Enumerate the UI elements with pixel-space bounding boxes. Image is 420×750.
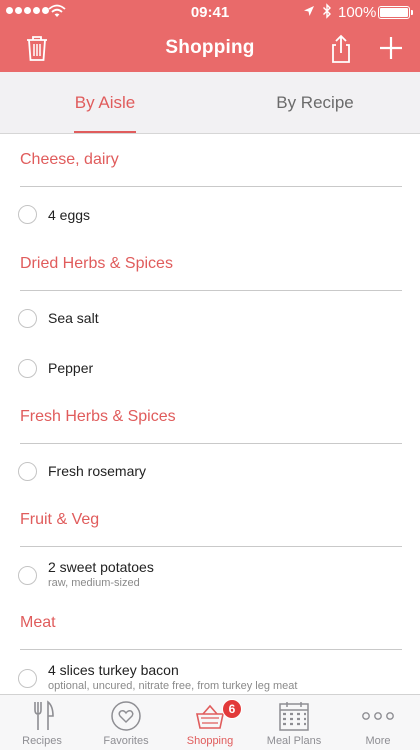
heart-icon: [111, 701, 141, 731]
nav-bar: Shopping: [0, 24, 420, 72]
sort-tabs: By Aisle By Recipe: [0, 72, 420, 134]
status-bar: 09:41 100%: [0, 0, 420, 24]
section-header: Fruit & Veg: [20, 495, 402, 547]
tabbar-item-favorites[interactable]: Favorites: [84, 695, 168, 750]
tabbar-label: Recipes: [22, 735, 62, 747]
item-name: 2 sweet potatoes: [48, 559, 154, 575]
section-title: Meat: [20, 614, 56, 631]
shopping-count-badge: 6: [222, 699, 242, 719]
item-name: Fresh rosemary: [48, 463, 147, 479]
item-name: Pepper: [48, 360, 94, 376]
location-arrow-icon: [304, 6, 314, 16]
ellipsis-icon: [362, 712, 394, 720]
checkbox-circle[interactable]: [18, 462, 37, 481]
checkbox-circle[interactable]: [18, 309, 37, 328]
section-header: Dried Herbs & Spices: [20, 239, 402, 291]
share-icon: [332, 34, 350, 63]
calendar-icon: [279, 702, 309, 731]
section-header: Cheese, dairy: [20, 135, 402, 187]
tab-bar: Recipes Favorites 6 Shopping Meal Plans: [0, 694, 420, 750]
tab-by-aisle[interactable]: By Aisle: [0, 72, 210, 134]
tabbar-item-meal-plans[interactable]: Meal Plans: [252, 695, 336, 750]
tabbar-label: Meal Plans: [266, 735, 322, 747]
tab-by-recipe[interactable]: By Recipe: [210, 72, 420, 134]
add-item-button[interactable]: [377, 34, 407, 64]
tabbar-label: Favorites: [103, 735, 149, 747]
item-name: Sea salt: [48, 310, 99, 326]
list-item[interactable]: 4 slices turkey bacon optional, uncured,…: [0, 651, 420, 694]
item-note: raw, medium-sized: [48, 577, 140, 589]
plus-icon: [380, 37, 402, 59]
tabbar-item-more[interactable]: More: [336, 695, 420, 750]
battery-icon: [378, 6, 413, 19]
list-item[interactable]: 2 sweet potatoes raw, medium-sized: [0, 548, 420, 598]
fork-knife-icon: [34, 700, 54, 730]
checkbox-circle[interactable]: [18, 566, 37, 585]
shopping-list[interactable]: Cheese, dairy 4 eggs Dried Herbs & Spice…: [0, 135, 420, 694]
bluetooth-icon: [323, 3, 331, 19]
item-note: optional, uncured, nitrate free, from tu…: [48, 680, 298, 692]
section-title: Dried Herbs & Spices: [20, 255, 173, 272]
section-title: Fruit & Veg: [20, 511, 100, 528]
item-name: 4 slices turkey bacon: [48, 662, 179, 678]
checkbox-circle[interactable]: [18, 669, 37, 688]
section-header: Meat: [20, 598, 402, 650]
section-header: Fresh Herbs & Spices: [20, 392, 402, 444]
tabbar-label: Shopping: [186, 735, 234, 747]
header: 09:41 100% Shopping: [0, 0, 420, 72]
section-title: Fresh Herbs & Spices: [20, 408, 176, 425]
checkbox-circle[interactable]: [18, 359, 37, 378]
share-button[interactable]: [328, 34, 358, 64]
tabbar-item-recipes[interactable]: Recipes: [0, 695, 84, 750]
list-item[interactable]: Pepper: [0, 342, 420, 392]
list-item[interactable]: Fresh rosemary: [0, 445, 420, 495]
battery-percent: 100%: [338, 4, 377, 21]
list-item[interactable]: Sea salt: [0, 292, 420, 342]
section-title: Cheese, dairy: [20, 151, 119, 168]
tabbar-item-shopping[interactable]: 6 Shopping: [168, 695, 252, 750]
item-name: 4 eggs: [48, 207, 91, 223]
list-item[interactable]: 4 eggs: [0, 188, 420, 238]
selected-tab-indicator: [74, 131, 136, 133]
tabbar-label: More: [365, 735, 391, 747]
checkbox-circle[interactable]: [18, 205, 37, 224]
